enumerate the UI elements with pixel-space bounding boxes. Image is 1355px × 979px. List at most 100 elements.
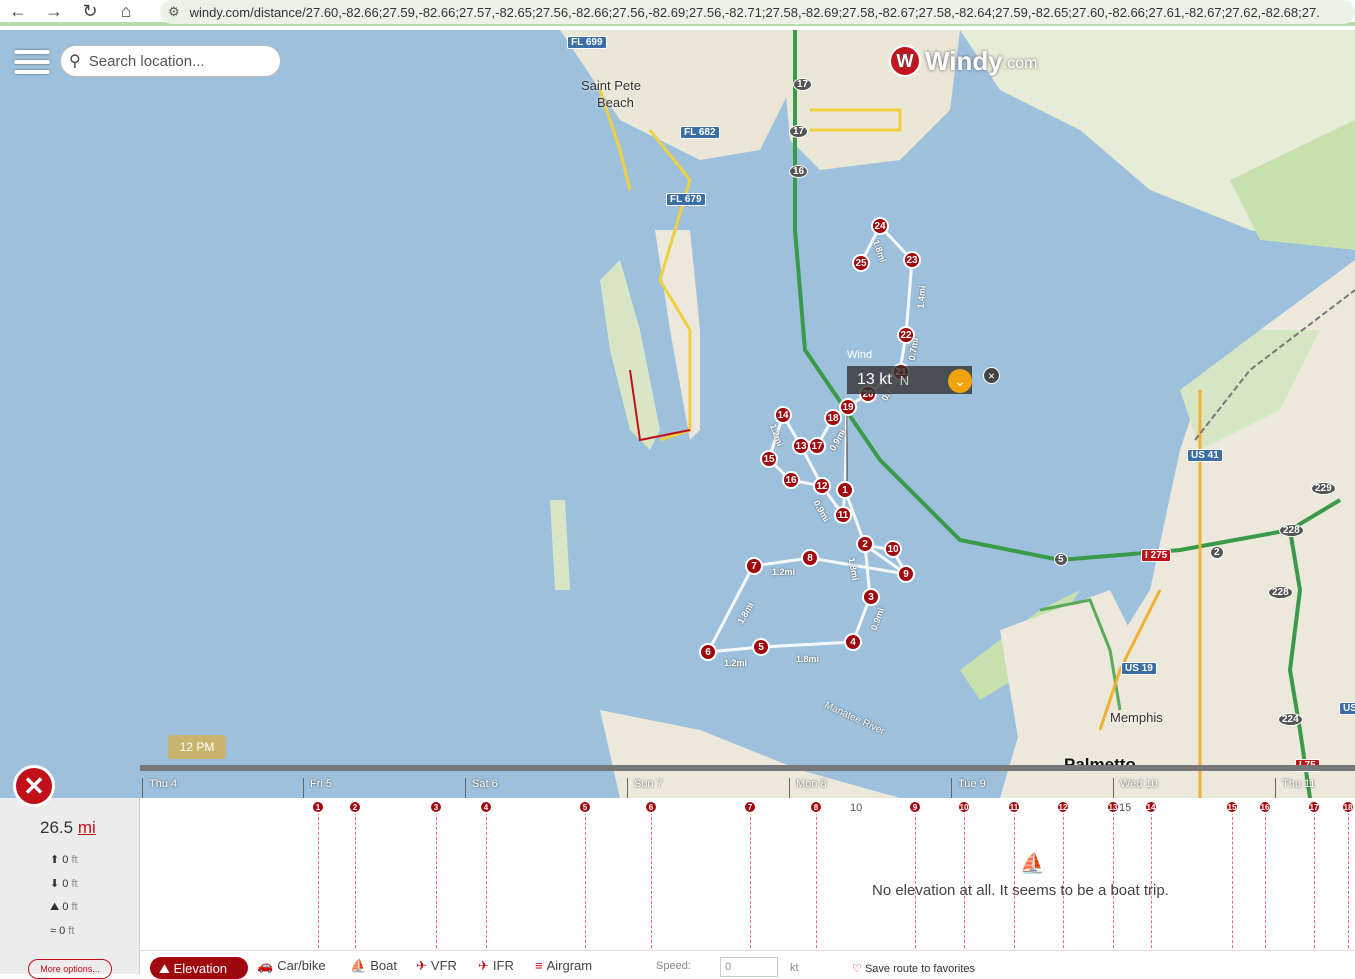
road-shield: 228 [1279,524,1304,537]
time-tooltip: 12 PM [168,735,226,759]
timeline-day[interactable]: Wed 10 [1113,778,1158,798]
timeline-day[interactable]: Fri 5 [303,778,332,798]
map[interactable]: Saint Pete Beach Memphis Palmetto Manate… [0,30,1355,798]
tab-car-bike[interactable]: 🚗 Car/bike [257,958,326,974]
stat-unit: ft [68,925,75,937]
route-waypoint[interactable]: 16 [782,471,800,489]
descent-stat: ⬇ 0 ft [50,877,78,890]
profile-waypoint[interactable]: 1 [311,800,325,814]
segment-distance: 1.4mi [915,285,928,309]
timeline-day[interactable]: Tue 9 [951,778,986,798]
profile-line [486,812,487,948]
close-icon[interactable]: × [983,367,1000,384]
profile-line [750,812,751,948]
profile-waypoint[interactable]: 4 [479,800,493,814]
route-waypoint[interactable]: 5 [752,638,770,656]
save-route-button[interactable]: ♡ Save route to favorites [852,962,975,975]
timeline-day[interactable]: Sun 7 [627,778,663,798]
profile-waypoint[interactable]: 10 [957,800,971,814]
profile-waypoint[interactable]: 14 [1144,800,1158,814]
route-waypoint[interactable]: 7 [745,557,763,575]
route-waypoint[interactable]: 12 [813,477,831,495]
timeline-bar[interactable] [140,765,1355,771]
descent-icon: ⬇ [50,878,60,890]
timeline-day[interactable]: Thu 4 [142,778,177,798]
road-shield: FL 699 [567,36,607,49]
route-waypoint[interactable]: 11 [834,506,852,524]
route-distance: 26.5 mi [40,818,96,838]
search-input[interactable]: ⚲ Search location... [60,45,281,77]
more-options-button[interactable]: More options... [28,959,112,979]
profile-waypoint[interactable]: 3 [429,800,443,814]
profile-waypoint[interactable]: 5 [578,800,592,814]
tab-vfr[interactable]: ✈ VFR [416,958,457,974]
profile-waypoint[interactable]: 7 [743,800,757,814]
route-waypoint[interactable]: 8 [801,549,819,567]
route-waypoint[interactable]: 24 [871,217,889,235]
place-label: Memphis [1110,710,1163,725]
profile-waypoint[interactable]: 16 [1258,800,1272,814]
route-waypoint[interactable]: 18 [824,409,842,427]
reload-icon[interactable]: ↻ [72,0,108,23]
forward-icon[interactable]: → [36,0,72,23]
address-bar[interactable]: ⚙ windy.com/distance/27.60,-82.66;27.59,… [160,0,1355,24]
profile-waypoint[interactable]: 6 [644,800,658,814]
wind-label: Wind [847,349,873,361]
speed-input[interactable]: 0 [720,957,778,977]
tab-ifr[interactable]: ✈ IFR [478,958,514,974]
no-elevation-message: No elevation at all. It seems to be a bo… [872,882,1169,899]
route-waypoint[interactable]: 25 [852,254,870,272]
max-elevation-stat: ⛰ 0 ft [50,901,78,914]
route-waypoint[interactable]: 17 [808,437,826,455]
route-waypoint[interactable]: 2 [856,535,874,553]
route-waypoint[interactable]: 1 [836,481,854,499]
profile-waypoint[interactable]: 13 [1106,800,1120,814]
route-waypoint[interactable]: 9 [897,565,915,583]
route-distance-value: 26.5 [40,818,74,837]
stat-value: 0 [62,878,69,890]
chevron-down-icon[interactable]: ⌄ [948,369,972,393]
profile-line [1014,812,1015,948]
profile-waypoint[interactable]: 15 [1225,800,1239,814]
route-waypoint[interactable]: 10 [884,540,902,558]
route-waypoint[interactable]: 15 [760,450,778,468]
profile-line [915,812,916,948]
tab-elevation[interactable]: ⛰ Elevation [150,957,248,979]
profile-waypoint[interactable]: 9 [908,800,922,814]
profile-waypoint[interactable]: 2 [348,800,362,814]
profile-waypoint[interactable]: 11 [1007,800,1021,814]
profile-waypoint[interactable]: 12 [1056,800,1070,814]
route-waypoint[interactable]: 3 [862,588,880,606]
tab-label: IFR [492,958,514,973]
route-waypoint[interactable]: 4 [844,633,862,651]
profile-waypoint[interactable]: 18 [1341,800,1355,814]
profile-line [816,812,817,948]
back-icon[interactable]: ← [0,0,36,23]
profile-waypoint[interactable]: 17 [1307,800,1321,814]
route-waypoint[interactable]: 19 [839,398,857,416]
route-waypoint[interactable]: 23 [903,251,921,269]
profile-waypoint[interactable]: 8 [809,800,823,814]
windy-logo-icon: W [889,45,921,77]
stat-unit: ft [71,901,78,913]
menu-icon[interactable] [14,50,50,78]
close-route-icon[interactable]: ✕ [13,765,55,807]
timeline-day[interactable]: Thu 11 [1275,778,1315,798]
site-settings-icon[interactable]: ⚙ [168,4,180,20]
timeline-day[interactable]: Sat 6 [465,778,498,798]
speed-label: Speed: [656,960,691,972]
tab-label: Boat [370,958,397,973]
map-canvas [550,30,1355,798]
windy-logo[interactable]: W Windy .com [889,45,1037,77]
segment-distance: 1.8mi [796,654,820,664]
profile-tick-label: 10 [850,802,863,814]
search-icon: ⚲ [69,53,81,70]
route-waypoint[interactable]: 6 [699,643,717,661]
tab-boat[interactable]: ⛵ Boat [350,958,397,974]
timeline-day[interactable]: Mon 8 [789,778,827,798]
segment-distance: 1.2mi [772,567,796,577]
route-distance-unit: mi [77,818,96,837]
tab-airgram[interactable]: ≡ Airgram [535,958,592,973]
home-icon[interactable]: ⌂ [108,0,144,23]
route-waypoint[interactable]: 14 [774,406,792,424]
